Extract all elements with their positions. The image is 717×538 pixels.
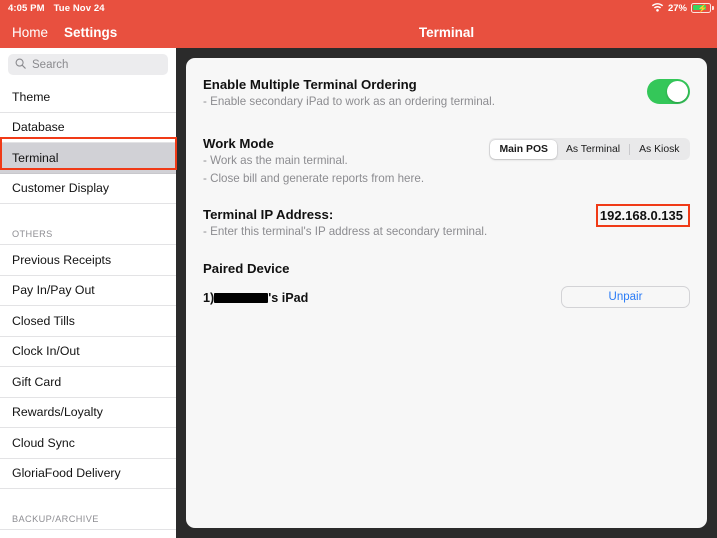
paired-device-row: 1) 's iPad Unpair bbox=[203, 285, 690, 308]
sidebar-item-customer-display[interactable]: Customer Display bbox=[0, 173, 176, 204]
work-mode-row: Work Mode - Work as the main terminal. -… bbox=[203, 136, 690, 186]
enable-multiple-terminal-ordering-subtitle: - Enable secondary iPad to work as an or… bbox=[203, 95, 495, 108]
sidebar-item-theme[interactable]: Theme bbox=[0, 82, 176, 113]
status-bar: 4:05 PM Tue Nov 24 27% ⚡ bbox=[0, 0, 717, 16]
battery-charging-icon: ⚡ bbox=[691, 3, 714, 13]
terminal-settings-card: Enable Multiple Terminal Ordering - Enab… bbox=[186, 58, 707, 528]
paired-device-section: Paired Device bbox=[203, 261, 690, 276]
redaction-bar bbox=[214, 292, 269, 303]
sidebar-section-others: OTHERS bbox=[0, 215, 176, 245]
search-input[interactable]: Search bbox=[8, 54, 168, 75]
page-header: Terminal bbox=[176, 16, 717, 48]
sidebar-item-gloriafood-delivery[interactable]: GloriaFood Delivery bbox=[0, 458, 176, 489]
sidebar-item-gift-card[interactable]: Gift Card bbox=[0, 367, 176, 398]
paired-device-index: 1) bbox=[203, 290, 215, 305]
wifi-icon bbox=[651, 0, 664, 17]
status-bar-right: 27% ⚡ bbox=[651, 0, 714, 17]
search-icon bbox=[15, 56, 26, 74]
sidebar-item-cloud-sync[interactable]: Cloud Sync bbox=[0, 428, 176, 459]
enable-multiple-terminal-ordering-title: Enable Multiple Terminal Ordering bbox=[203, 77, 417, 92]
paired-device-title: Paired Device bbox=[203, 260, 290, 276]
work-mode-option-main-pos[interactable]: Main POS bbox=[490, 139, 557, 159]
top-nav-left: Home Settings bbox=[0, 16, 176, 48]
sidebar-section-backup-archive: BACKUP/ARCHIVE bbox=[0, 500, 176, 530]
battery-percent: 27% bbox=[667, 2, 687, 14]
terminal-ip-address-value: 192.168.0.135 bbox=[599, 208, 683, 224]
sidebar-item-clock-in-out[interactable]: Clock In/Out bbox=[0, 336, 176, 367]
terminal-ip-address-row: Terminal IP Address: - Enter this termin… bbox=[203, 204, 690, 239]
work-mode-option-as-terminal[interactable]: As Terminal bbox=[557, 140, 629, 159]
status-time: 4:05 PM bbox=[8, 2, 45, 14]
page-title: Terminal bbox=[418, 24, 475, 40]
status-bar-left: 4:05 PM Tue Nov 24 bbox=[8, 3, 105, 14]
sidebar-item-pay-in-pay-out[interactable]: Pay In/Pay Out bbox=[0, 275, 176, 306]
sidebar-gap-2 bbox=[0, 489, 176, 500]
nav-settings-button[interactable]: Settings bbox=[64, 25, 117, 40]
search-container: Search bbox=[0, 48, 176, 82]
sidebar-item-closed-tills[interactable]: Closed Tills bbox=[0, 306, 176, 337]
sidebar-gap bbox=[0, 204, 176, 215]
nav-home-button[interactable]: Home bbox=[12, 25, 48, 40]
paired-device-name-suffix: 's iPad bbox=[268, 290, 309, 305]
enable-multiple-terminal-ordering-toggle[interactable] bbox=[647, 79, 690, 104]
search-placeholder: Search bbox=[32, 58, 69, 71]
sidebar-item-previous-receipts[interactable]: Previous Receipts bbox=[0, 245, 176, 276]
settings-sidebar[interactable]: Search Theme Database Terminal Customer … bbox=[0, 48, 176, 538]
sidebar-item-terminal[interactable]: Terminal bbox=[0, 143, 176, 174]
enable-multiple-terminal-ordering-row: Enable Multiple Terminal Ordering - Enab… bbox=[203, 77, 690, 109]
terminal-ip-address-subtitle: - Enter this terminal's IP address at se… bbox=[203, 225, 488, 239]
toggle-knob bbox=[667, 81, 688, 102]
unpair-button[interactable]: Unpair bbox=[561, 285, 690, 308]
app-root: 4:05 PM Tue Nov 24 27% ⚡ Home Settings T… bbox=[0, 0, 717, 538]
work-mode-segmented-control[interactable]: Main POS As Terminal As Kiosk bbox=[488, 138, 690, 161]
status-date: Tue Nov 24 bbox=[53, 2, 105, 14]
paired-device-name: 1) 's iPad bbox=[203, 291, 308, 305]
sidebar-item-database[interactable]: Database bbox=[0, 112, 176, 143]
work-mode-option-as-kiosk[interactable]: As Kiosk bbox=[630, 140, 688, 159]
work-mode-subtitle-2: - Close bill and generate reports from h… bbox=[203, 171, 425, 185]
sidebar-item-rewards-loyalty[interactable]: Rewards/Loyalty bbox=[0, 397, 176, 428]
